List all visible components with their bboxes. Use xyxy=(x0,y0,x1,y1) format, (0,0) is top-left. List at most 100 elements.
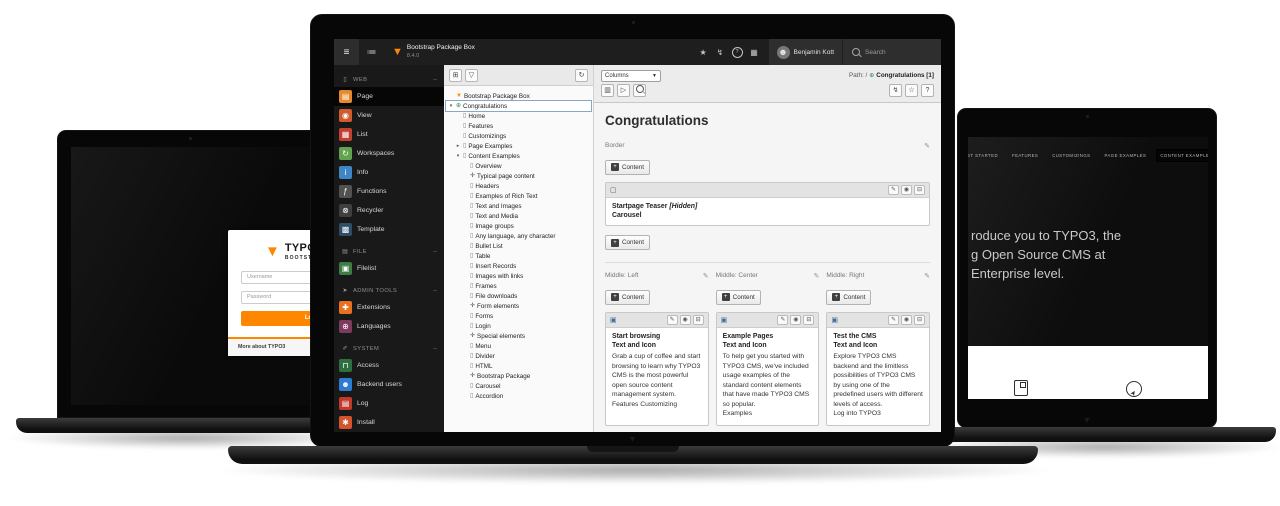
refresh-button[interactable]: ↻ xyxy=(575,69,588,82)
tree-item[interactable]: ▯Carousel xyxy=(446,381,591,391)
delete-icon[interactable]: ⊟ xyxy=(803,315,814,325)
cache-button[interactable]: ▥ xyxy=(601,84,614,97)
tree-item[interactable]: ▯Accordion xyxy=(446,391,591,401)
frontend-nav-item[interactable]: CONTENT EXAMPLES xyxy=(1157,150,1208,161)
module-item-recycler[interactable]: ⊗Recycler xyxy=(334,201,444,220)
tree-item[interactable]: ▯Table xyxy=(446,251,591,261)
tree-item[interactable]: ▯File downloads xyxy=(446,291,591,301)
tree-item[interactable]: ▯Forms xyxy=(446,311,591,321)
tree-item[interactable]: ▯Images with links xyxy=(446,271,591,281)
module-item-list[interactable]: ▦List xyxy=(334,125,444,144)
add-content-button[interactable]: + Content xyxy=(605,160,650,175)
menu-toggle-button[interactable]: ≡ xyxy=(334,39,359,65)
tree-item[interactable]: ▯Divider xyxy=(446,351,591,361)
tree-item[interactable]: ▯Menu xyxy=(446,341,591,351)
tree-item[interactable]: ▯Insert Records xyxy=(446,261,591,271)
tree-item[interactable]: ▯Overview xyxy=(446,161,591,171)
module-item-extensions[interactable]: ✚Extensions xyxy=(334,298,444,317)
edit-icon[interactable]: ✎ xyxy=(888,315,899,325)
tree-item[interactable]: ✛Typical page content xyxy=(446,171,591,181)
module-item-install[interactable]: ✱Install xyxy=(334,413,444,432)
module-group-file[interactable]: ▤FILE– xyxy=(334,244,444,259)
visibility-icon[interactable]: ◉ xyxy=(790,315,801,325)
user-menu[interactable]: ☻ Benjamin Kott xyxy=(769,39,842,65)
visibility-icon[interactable]: ◉ xyxy=(901,315,912,325)
tree-item[interactable]: ▯Frames xyxy=(446,281,591,291)
bookmark-button[interactable]: ★ xyxy=(695,39,712,65)
module-item-access[interactable]: ⊓Access xyxy=(334,356,444,375)
tree-item[interactable]: ▯Any language, any character xyxy=(446,231,591,241)
filter-button[interactable]: ▽ xyxy=(465,69,478,82)
module-item-functions[interactable]: ƒFunctions xyxy=(334,182,444,201)
module-group-system[interactable]: ✐SYSTEM– xyxy=(334,341,444,356)
help-button[interactable]: ? xyxy=(729,39,746,65)
tree-item[interactable]: ▯Examples of Rich Text xyxy=(446,191,591,201)
content-link[interactable]: Log into TYPO3 xyxy=(833,409,923,419)
tree-item[interactable]: ▯Customizings xyxy=(446,131,591,141)
tree-item[interactable]: ▯Login xyxy=(446,321,591,331)
search-box[interactable]: Search xyxy=(843,39,941,65)
delete-icon[interactable]: ⊟ xyxy=(914,315,925,325)
new-page-button[interactable]: ⊞ xyxy=(449,69,462,82)
tree-item[interactable]: ▯Bullet List xyxy=(446,241,591,251)
tree-item[interactable]: ▯HTML xyxy=(446,361,591,371)
edit-icon[interactable]: ✎ xyxy=(667,315,678,325)
expander-icon[interactable]: ▸ xyxy=(455,143,461,149)
add-content-button[interactable]: +Content xyxy=(826,290,871,305)
more-about-link[interactable]: More about TYPO3 xyxy=(238,344,285,350)
module-group-web[interactable]: ▯WEB– xyxy=(334,72,444,87)
tree-item[interactable]: ▯Image groups xyxy=(446,221,591,231)
columns-select[interactable]: Columns ▼ xyxy=(601,70,661,82)
tree-item[interactable]: ▯Text and Images xyxy=(446,201,591,211)
frontend-nav-item[interactable]: PAGE EXAMPLES xyxy=(1101,150,1149,161)
delete-icon[interactable]: ⊟ xyxy=(693,315,704,325)
delete-icon[interactable]: ⊟ xyxy=(914,185,925,195)
modules-grid-button[interactable]: ▦ xyxy=(746,39,763,65)
module-item-backend-users[interactable]: ☻Backend users xyxy=(334,375,444,394)
module-item-template[interactable]: ▩Template xyxy=(334,220,444,239)
module-item-languages[interactable]: ⊕Languages xyxy=(334,317,444,336)
tree-item[interactable]: ▸▯Page Examples xyxy=(446,141,591,151)
tree-item[interactable]: ▾▯Content Examples xyxy=(446,151,591,161)
expander-icon[interactable]: ▾ xyxy=(448,103,454,109)
edit-icon[interactable]: ✎ xyxy=(777,315,788,325)
module-item-log[interactable]: ▤Log xyxy=(334,394,444,413)
tree-item[interactable]: ▼Bootstrap Package Box xyxy=(446,91,591,101)
module-item-workspaces[interactable]: ↻Workspaces xyxy=(334,144,444,163)
docheader-help-button[interactable]: ? xyxy=(921,84,934,97)
pagetree-toggle-button[interactable]: ≔ xyxy=(359,39,384,65)
module-group-admin-tools[interactable]: ➤ADMIN TOOLS– xyxy=(334,283,444,298)
clear-cache-page-button[interactable]: ↯ xyxy=(889,84,902,97)
visibility-icon[interactable]: ◉ xyxy=(680,315,691,325)
visibility-icon[interactable]: ◉ xyxy=(901,185,912,195)
edit-column-icon[interactable]: ✎ xyxy=(703,272,709,280)
password-field[interactable] xyxy=(241,291,311,304)
content-link[interactable]: Examples xyxy=(723,409,813,419)
edit-column-icon[interactable]: ✎ xyxy=(813,272,819,280)
edit-column-icon[interactable]: ✎ xyxy=(924,272,930,280)
username-field[interactable] xyxy=(241,271,311,284)
frontend-nav-item[interactable]: CUSTOMIZINGS xyxy=(1049,150,1093,161)
module-item-page[interactable]: ▤Page xyxy=(334,87,444,106)
tree-item[interactable]: ✛Special elements xyxy=(446,331,591,341)
add-content-button[interactable]: +Content xyxy=(716,290,761,305)
tree-item[interactable]: ▯Features xyxy=(446,121,591,131)
clear-cache-button[interactable]: ↯ xyxy=(712,39,729,65)
tree-item[interactable]: ▯Headers xyxy=(446,181,591,191)
tree-item[interactable]: ✛Form elements xyxy=(446,301,591,311)
bookmark-page-button[interactable]: ☆ xyxy=(905,84,918,97)
edit-column-icon[interactable]: ✎ xyxy=(924,142,930,150)
module-item-filelist[interactable]: ▣Filelist xyxy=(334,259,444,278)
search-record-button[interactable] xyxy=(633,84,646,97)
tree-item[interactable]: ✛Bootstrap Package xyxy=(446,371,591,381)
frontend-nav-item[interactable]: FEATURES xyxy=(1009,150,1041,161)
frontend-nav-item[interactable]: GET STARTED xyxy=(968,150,1001,161)
add-content-button[interactable]: +Content xyxy=(605,290,650,305)
add-content-button[interactable]: + Content xyxy=(605,235,650,250)
edit-icon[interactable]: ✎ xyxy=(888,185,899,195)
module-item-view[interactable]: ◉View xyxy=(334,106,444,125)
tree-item[interactable]: ▯Home xyxy=(446,111,591,121)
login-button[interactable]: Login xyxy=(241,311,311,326)
expander-icon[interactable]: ▾ xyxy=(455,153,461,159)
tree-item[interactable]: ▾⊕Congratulations xyxy=(446,101,591,111)
